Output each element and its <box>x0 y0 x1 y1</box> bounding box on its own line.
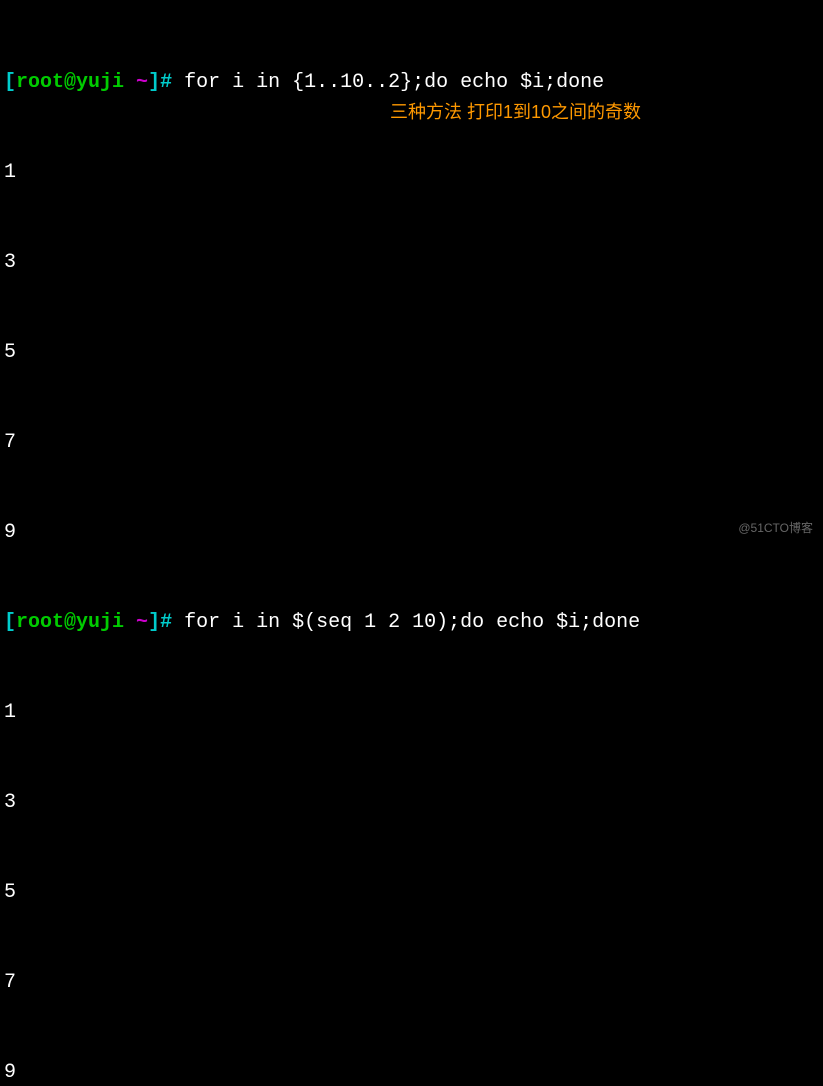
command-1: for i in {1..10..2};do echo $i;done <box>184 71 604 94</box>
command-line-1[interactable]: [root@yuji ~]# for i in {1..10..2};do ec… <box>4 68 819 98</box>
output-line: 7 <box>4 968 819 998</box>
output-line: 3 <box>4 248 819 278</box>
command-line-2[interactable]: [root@yuji ~]# for i in $(seq 1 2 10);do… <box>4 608 819 638</box>
annotation-text: 三种方法 打印1到10之间的奇数 <box>390 99 641 126</box>
watermark-text: @51CTO博客 <box>738 519 813 537</box>
prompt-tilde: ~ <box>136 71 148 94</box>
output-line: 3 <box>4 788 819 818</box>
prompt-user-host: root@yuji <box>16 71 136 94</box>
output-line: 9 <box>4 518 819 548</box>
output-line: 7 <box>4 428 819 458</box>
output-line: 9 <box>4 1058 819 1086</box>
prompt-bracket-close: ]# <box>148 611 184 634</box>
terminal-window[interactable]: [root@yuji ~]# for i in {1..10..2};do ec… <box>4 8 819 1086</box>
prompt-bracket-open: [ <box>4 611 16 634</box>
output-line: 1 <box>4 698 819 728</box>
command-2: for i in $(seq 1 2 10);do echo $i;done <box>184 611 640 634</box>
prompt-bracket-close: ]# <box>148 71 184 94</box>
output-line: 5 <box>4 338 819 368</box>
output-line: 5 <box>4 878 819 908</box>
prompt-user-host: root@yuji <box>16 611 136 634</box>
prompt-tilde: ~ <box>136 611 148 634</box>
prompt-bracket-open: [ <box>4 71 16 94</box>
output-line: 1 <box>4 158 819 188</box>
